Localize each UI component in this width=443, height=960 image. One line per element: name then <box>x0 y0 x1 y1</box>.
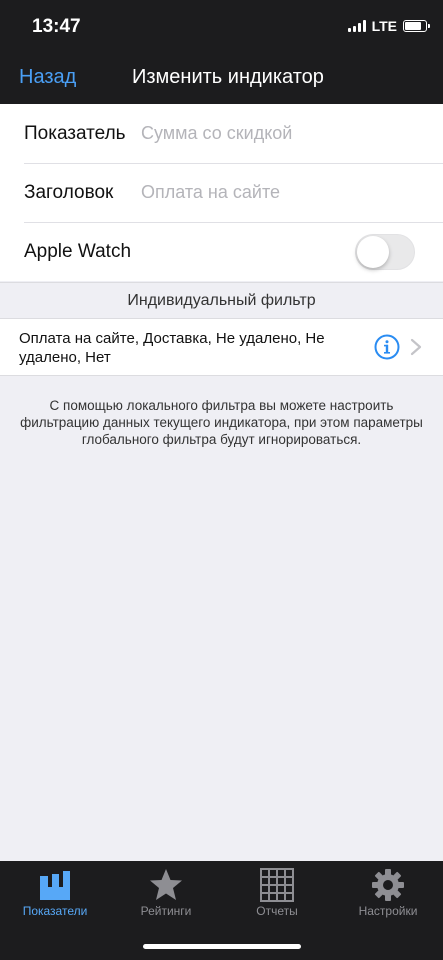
apple-watch-row: Apple Watch <box>0 222 443 281</box>
filter-summary-line: удалено, Нет <box>19 349 111 366</box>
network-type: LTE <box>371 18 397 34</box>
back-button[interactable]: Назад <box>19 66 76 89</box>
chevron-right-icon <box>410 338 422 356</box>
description-line: С помощью локального фильтра вы можете н… <box>49 398 394 413</box>
description-line: фильтрацию данных текущего индикатора, п… <box>20 415 423 430</box>
title-row[interactable]: Заголовок Оплата на сайте <box>0 163 443 222</box>
page-title: Изменить индикатор <box>132 66 324 88</box>
tab-reports[interactable]: Отчеты <box>222 861 332 931</box>
info-icon[interactable] <box>374 334 400 360</box>
description-line: глобального фильтра будут игнорироваться… <box>81 432 362 447</box>
gear-icon <box>372 869 404 901</box>
tab-bar: Показатели Рейтинги Отчеты Настройки <box>0 861 443 960</box>
indicators-icon <box>40 871 70 900</box>
tab-label: Показатели <box>22 904 88 918</box>
indicator-row[interactable]: Показатель Сумма со скидкой <box>0 104 443 163</box>
apple-watch-label: Apple Watch <box>24 240 132 262</box>
tab-settings[interactable]: Настройки <box>333 861 443 931</box>
toggle-knob <box>357 235 389 268</box>
filter-summary: Оплата на сайте, Доставка, Не удалено, Н… <box>19 329 359 367</box>
top-bar: 13:47 LTE Назад Изменить индикатор <box>0 0 443 104</box>
cellular-signal-icon <box>347 20 366 32</box>
grid-icon <box>260 868 294 902</box>
tab-label: Отчеты <box>256 904 298 918</box>
filter-cell[interactable]: Оплата на сайте, Доставка, Не удалено, Н… <box>0 318 443 376</box>
battery-level <box>405 22 421 30</box>
home-indicator[interactable] <box>143 944 301 949</box>
indicator-value[interactable]: Сумма со скидкой <box>141 123 292 144</box>
filter-section-header: Индивидуальный фильтр <box>0 282 443 319</box>
tab-ratings[interactable]: Рейтинги <box>111 861 221 931</box>
status-time: 13:47 <box>32 16 81 37</box>
filter-description: С помощью локального фильтра вы можете н… <box>0 397 443 448</box>
indicator-label: Показатель <box>24 122 126 144</box>
star-icon <box>150 869 182 900</box>
title-field[interactable]: Оплата на сайте <box>141 182 280 203</box>
title-label: Заголовок <box>24 181 114 203</box>
filter-summary-line: Оплата на сайте, Доставка, Не удалено, Н… <box>19 330 325 347</box>
indicator-form: Показатель Сумма со скидкой Заголовок Оп… <box>0 104 443 281</box>
tab-label: Настройки <box>358 904 418 918</box>
tab-indicators[interactable]: Показатели <box>0 861 110 931</box>
tab-label: Рейтинги <box>140 904 192 918</box>
status-indicators: LTE <box>347 18 430 34</box>
apple-watch-toggle[interactable] <box>355 233 415 270</box>
battery-icon <box>403 20 430 32</box>
